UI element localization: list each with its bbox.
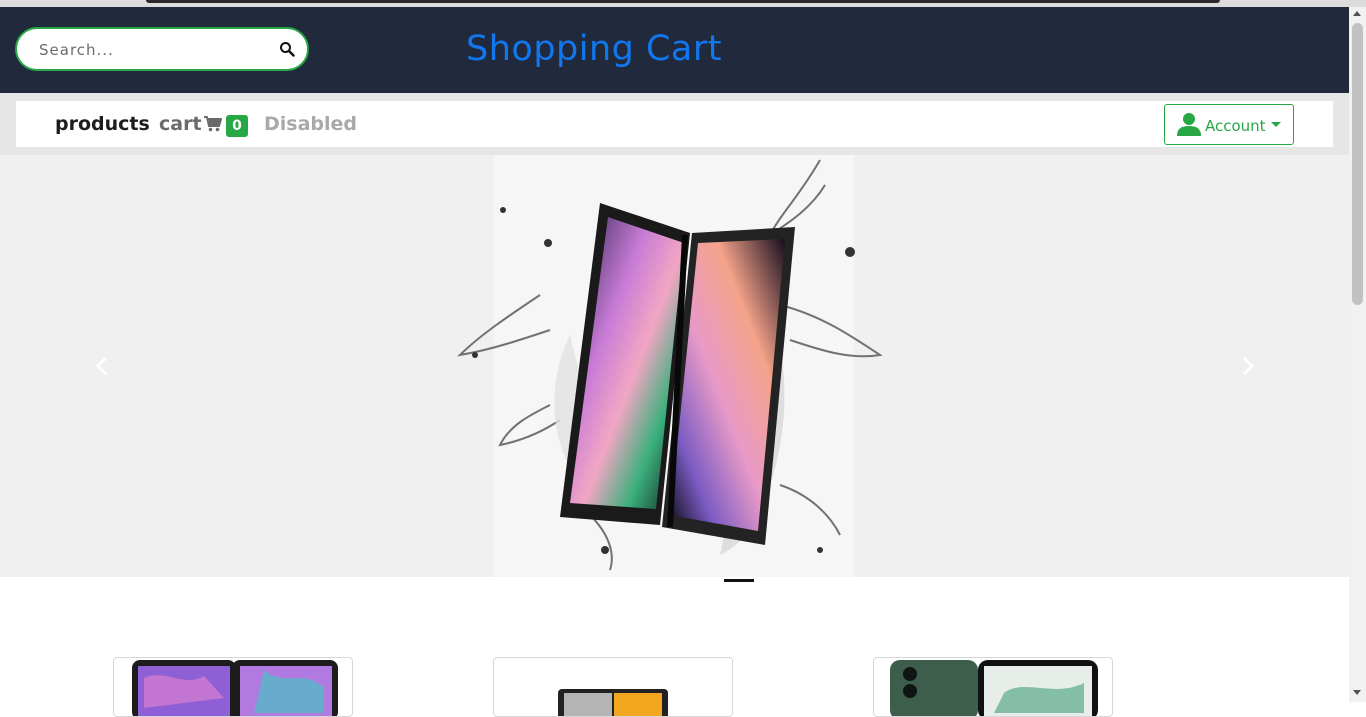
cart-count-badge[interactable]: 0 [226, 115, 248, 137]
shopping-cart-icon[interactable] [204, 116, 222, 132]
product-card[interactable] [873, 657, 1113, 717]
chevron-left-icon[interactable] [92, 355, 114, 377]
nav-cart-link[interactable]: cart [159, 113, 202, 135]
product-image [132, 660, 338, 716]
carousel-indicator[interactable] [724, 579, 754, 582]
hero-carousel [0, 155, 1349, 577]
foldable-phone-image [457, 159, 883, 571]
page-scrollbar[interactable] [1349, 7, 1366, 702]
product-card[interactable] [493, 657, 733, 717]
nav-wrapper: products cart 0 Disabled Account [0, 93, 1349, 155]
search-input[interactable] [39, 39, 269, 61]
search-box[interactable] [15, 27, 309, 71]
nav-products-link[interactable]: products [55, 113, 150, 135]
account-dropdown-button[interactable]: Account [1164, 104, 1294, 145]
chevron-right-icon[interactable] [1236, 355, 1258, 377]
browser-top-strip [0, 0, 1366, 7]
product-image [558, 689, 668, 716]
search-icon[interactable] [279, 41, 295, 57]
account-label: Account [1205, 117, 1266, 135]
scrollbar-thumb[interactable] [1352, 23, 1363, 305]
browser-tab-bar [146, 0, 1220, 3]
brand-title: Shopping Cart [466, 29, 722, 69]
chevron-down-icon [1271, 122, 1281, 127]
scroll-up-icon[interactable] [1353, 11, 1361, 16]
product-image [890, 660, 1098, 716]
user-icon [1177, 113, 1201, 136]
nav-disabled-link: Disabled [264, 113, 358, 135]
product-card[interactable] [113, 657, 353, 717]
navbar: products cart 0 Disabled Account [16, 101, 1333, 147]
scroll-down-icon[interactable] [1353, 690, 1361, 695]
site-header: Shopping Cart [0, 7, 1349, 93]
